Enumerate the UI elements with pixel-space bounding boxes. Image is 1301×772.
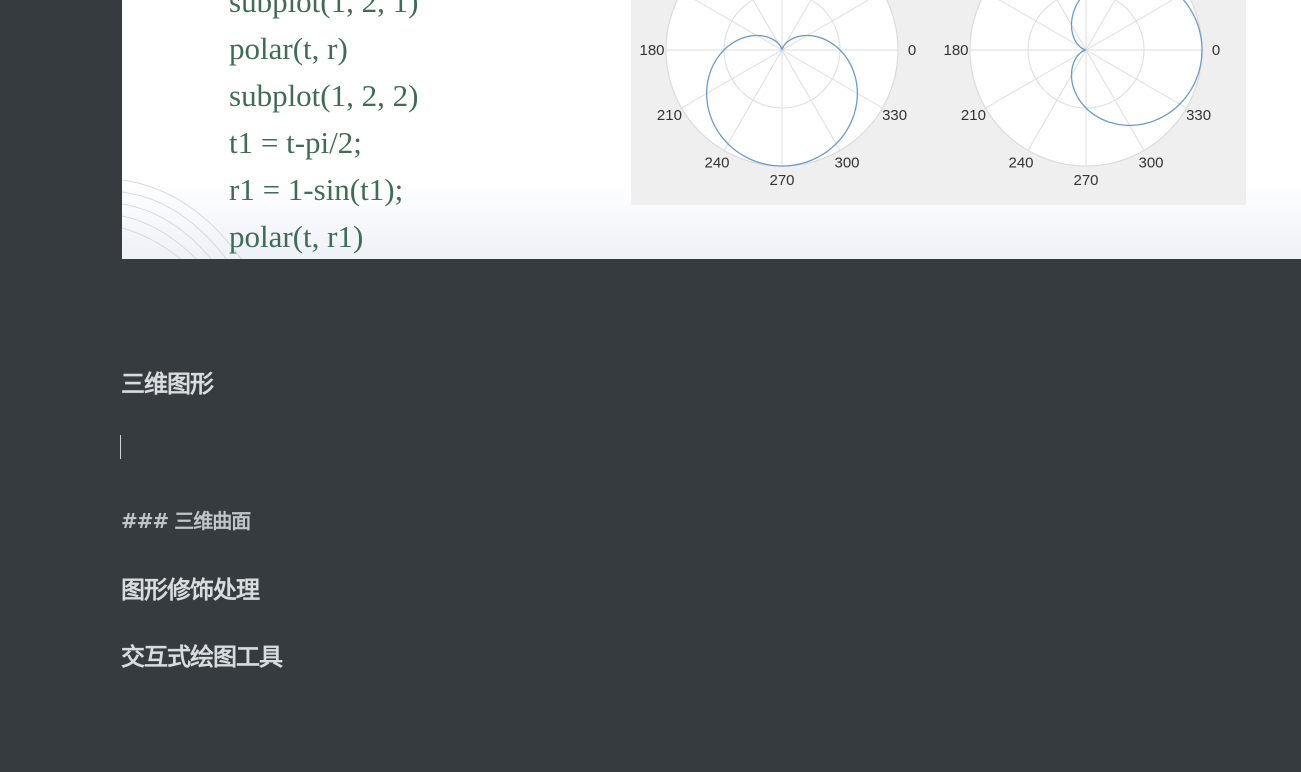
code-line: subplot(1, 2, 1) [229,0,419,19]
code-line: polar(t, r) [229,31,348,66]
polar-plots-svg: 180 210 240 270 300 330 0 180 210 240 270 300 330 0 [639,0,1220,189]
polar-angle-label: 210 [961,107,986,124]
heading-graphic-decoration: 图形修饰处理 [121,576,260,604]
heading-3d-graphics: 三维图形 [121,370,214,398]
matlab-code-block: subplot(1, 2, 1) polar(t, r) subplot(1, … [229,0,418,259]
heading-3d-surface-raw[interactable]: ### 三维曲面 [121,505,251,534]
polar-angle-label: 0 [1212,42,1220,59]
code-line: polar(t, r1) [229,219,364,254]
polar-angle-label: 210 [657,107,682,124]
polar-angle-label: 330 [882,107,907,124]
code-line: subplot(1, 2, 2) [229,78,419,113]
polar-angle-label: 240 [1008,155,1033,172]
polar-angle-label: 240 [704,155,729,172]
heading-interactive-plot-tools: 交互式绘图工具 [121,643,283,671]
polar-angle-label: 270 [769,172,794,189]
text-cursor [120,435,121,459]
polar-angle-label: 180 [943,42,968,59]
polar-angle-label: 300 [1138,155,1163,172]
code-line: r1 = 1-sin(t1); [229,172,404,207]
polar-angle-label: 180 [639,42,664,59]
code-line: t1 = t-pi/2; [229,125,362,160]
polar-plot-figure: 180 210 240 270 300 330 0 180 210 240 270 300 330 0 [631,0,1246,205]
polar-angle-label: 300 [834,155,859,172]
polar-angle-label: 330 [1186,107,1211,124]
lecture-slide-image: subplot(1, 2, 1) polar(t, r) subplot(1, … [122,0,1301,259]
polar-angle-label: 270 [1073,172,1098,189]
polar-angle-label: 0 [908,42,916,59]
